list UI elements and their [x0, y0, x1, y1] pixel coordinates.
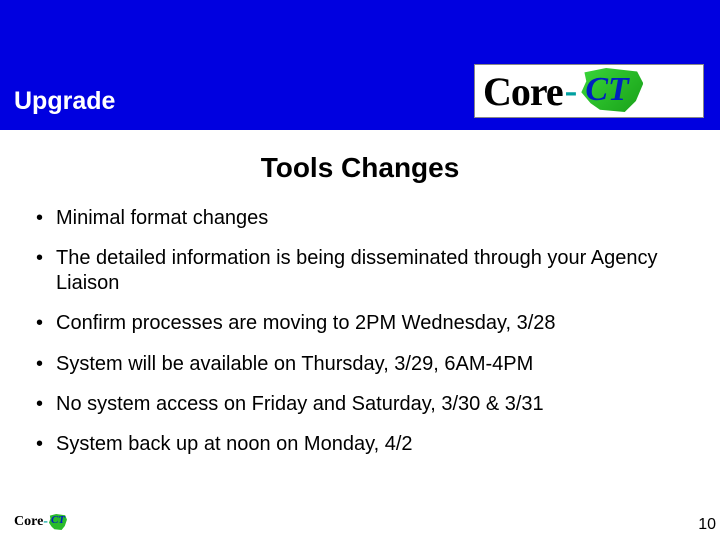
bullet-list: Minimal format changes The detailed info…	[36, 206, 692, 457]
list-item: System back up at noon on Monday, 4/2	[36, 432, 692, 456]
logo-text-ct: CT	[585, 71, 628, 109]
slide-header: Upgrade Core - CT	[0, 0, 720, 130]
list-item: The detailed information is being dissem…	[36, 246, 692, 295]
footer-logo-ct: CT	[51, 514, 65, 526]
core-ct-logo-small: Core - CT	[14, 512, 72, 532]
list-item: Confirm processes are moving to 2PM Wedn…	[36, 311, 692, 335]
logo-text-dash: -	[565, 69, 578, 113]
slide-title: Tools Changes	[0, 152, 720, 184]
list-item: Minimal format changes	[36, 206, 692, 230]
logo-ct-state-icon: CT	[579, 67, 649, 115]
list-item: System will be available on Thursday, 3/…	[36, 352, 692, 376]
logo-text-core: Core	[483, 68, 563, 115]
footer-logo-dash: -	[43, 514, 48, 530]
footer-logo-ct-icon: CT	[49, 514, 67, 530]
list-item: No system access on Friday and Saturday,…	[36, 392, 692, 416]
footer-logo-core: Core	[14, 514, 43, 530]
core-ct-logo-large: Core - CT	[474, 64, 704, 118]
page-number: 10	[698, 516, 716, 534]
header-title: Upgrade	[14, 87, 115, 116]
